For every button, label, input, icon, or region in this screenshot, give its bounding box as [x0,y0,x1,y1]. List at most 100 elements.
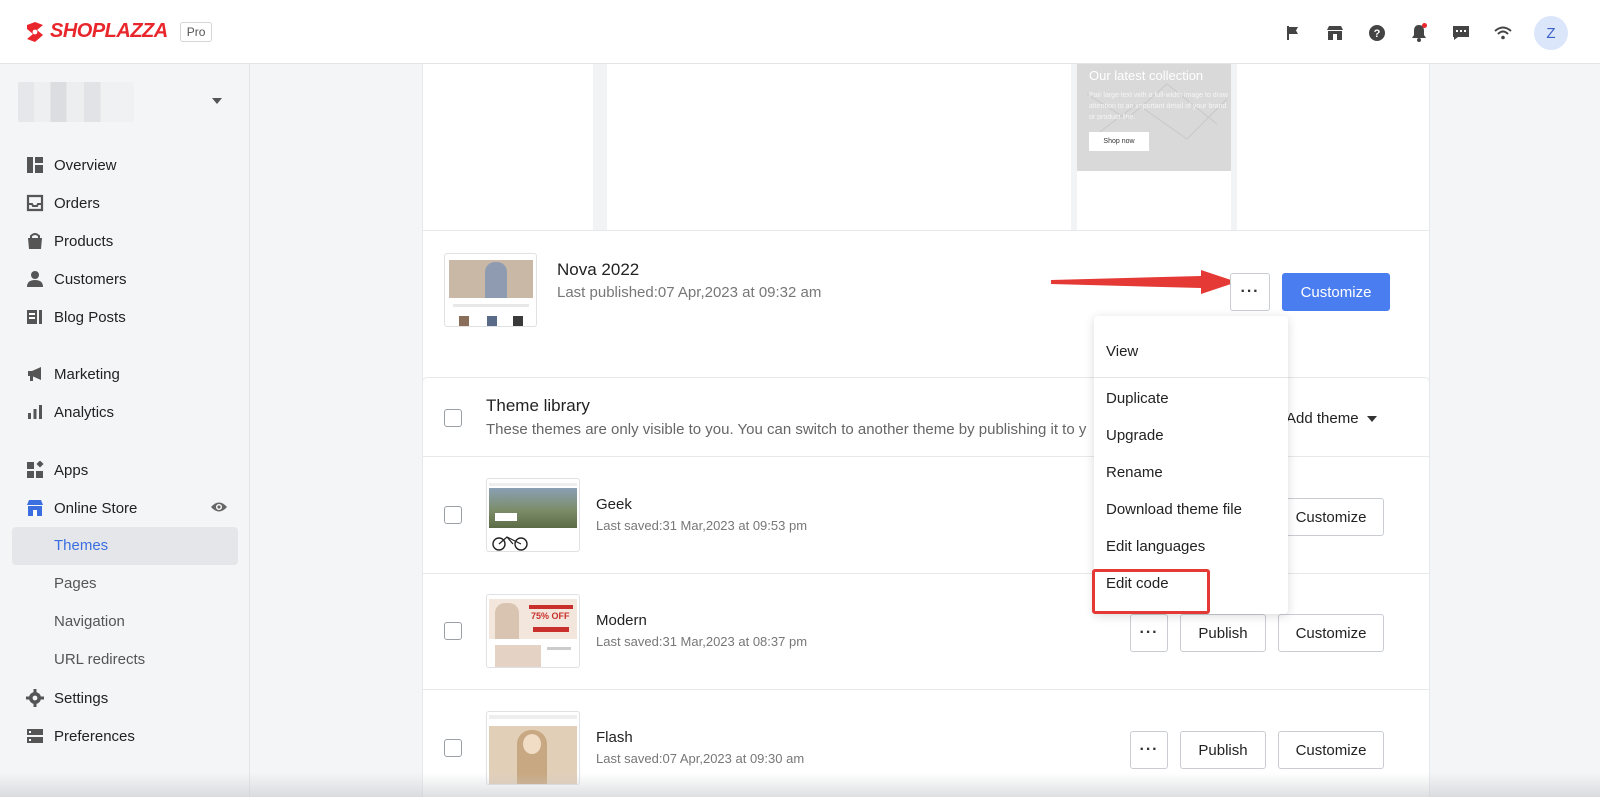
inbox-icon [26,194,44,212]
overview-icon [27,157,43,173]
sidebar-item-label: Blog Posts [54,308,126,326]
eye-icon[interactable] [210,500,228,514]
sidebar-item-customers[interactable]: Customers [0,261,250,297]
sidebar-item-online-store[interactable]: Online Store [0,490,250,526]
sidebar-item-label: Analytics [54,403,115,421]
svg-text:?: ? [1374,28,1381,40]
help-icon[interactable]: ? [1356,17,1398,49]
sidebar-item-apps[interactable]: Apps [0,452,250,488]
apps-icon [27,461,44,478]
theme-library-description: These themes are only visible to you. Yo… [486,421,1087,438]
caret-down-icon [1366,415,1377,422]
store-icon[interactable] [1314,17,1356,49]
bag-icon [28,233,42,249]
shoplazza-logo-icon [27,21,43,42]
current-theme-name: Nova 2022 [557,260,640,279]
storefront-icon [27,500,43,516]
theme-name: Modern [596,612,647,629]
store-name-blurred [18,82,134,122]
current-theme-published: Last published:07 Apr,2023 at 09:32 am [557,284,822,301]
customize-button[interactable]: Customize [1278,498,1384,536]
notification-dot [1422,23,1427,28]
active-nav-highlight [12,527,238,565]
current-theme-more-button[interactable]: ··· [1230,273,1270,311]
more-icon: ··· [1240,283,1260,300]
megaphone-icon [28,367,41,381]
more-icon: ··· [1139,741,1159,758]
sidebar-item-orders[interactable]: Orders [0,185,250,221]
theme-name: Flash [596,729,633,746]
header-actions: ? Z [1272,16,1568,50]
collection-title: Our latest collection [1089,68,1204,83]
add-theme-label: Add theme [1286,410,1359,427]
annotation-arrow [1051,270,1237,294]
avatar[interactable]: Z [1534,16,1568,50]
caret-down-icon [212,98,222,104]
wifi-icon[interactable] [1482,17,1524,49]
customize-button[interactable]: Customize [1278,614,1384,652]
theme-row-checkbox[interactable] [444,506,462,524]
plan-badge: Pro [179,21,213,42]
shop-now-button[interactable]: Shop now [1089,132,1149,151]
sidebar-item-overview[interactable]: Overview [0,147,250,183]
more-icon: ··· [1139,624,1159,641]
sidebar-item-products[interactable]: Products [0,223,250,259]
sidebar-item-label: Apps [54,461,89,479]
customize-button[interactable]: Customize [1278,731,1384,769]
select-all-checkbox[interactable] [444,409,462,427]
sidebar-item-label: Marketing [54,365,120,383]
geek-theme-thumbnail [486,478,580,552]
sidebar-item-marketing[interactable]: Marketing [0,356,250,392]
more-actions-button[interactable]: ··· [1130,731,1168,769]
sale-banner-text: 75% OFF [531,611,570,621]
theme-saved-date: Last saved:31 Mar,2023 at 09:53 pm [596,518,808,533]
theme-preview: Our latest collection Pair large text wi… [423,64,1429,230]
sidebar-item-blog-posts[interactable]: Blog Posts [0,299,250,335]
sidebar-item-settings[interactable]: Settings [0,680,250,716]
menu-item-edit-languages[interactable]: Edit languages [1106,538,1205,555]
collection-text: Pair large text with a full-width image … [1089,92,1228,121]
menu-item-duplicate[interactable]: Duplicate [1106,390,1169,407]
theme-saved-date: Last saved:31 Mar,2023 at 08:37 pm [596,634,808,649]
sidebar-subitem-themes[interactable]: Themes [54,537,108,554]
sidebar-subitem-pages[interactable]: Pages [54,575,97,592]
shoplazza-logo[interactable]: SHOPLAZZA Pro [24,20,213,43]
theme-saved-date: Last saved:07 Apr,2023 at 09:30 am [596,751,805,766]
publish-button[interactable]: Publish [1180,614,1266,652]
sidebar-item-analytics[interactable]: Analytics [0,394,250,430]
sidebar-item-preferences[interactable]: Preferences [0,718,250,754]
flag-icon[interactable] [1272,17,1314,49]
sidebar-item-label: Overview [54,156,117,174]
edit-code-highlight-annotation [1092,569,1210,614]
menu-item-download-theme-file[interactable]: Download theme file [1106,501,1242,518]
modern-theme-thumbnail: 75% OFF [486,594,580,668]
gear-icon [26,689,44,707]
bell-icon[interactable] [1398,17,1440,49]
current-theme-customize-button[interactable]: Customize [1282,273,1390,311]
chat-icon[interactable] [1440,17,1482,49]
sidebar: Overview Orders Products Customers Blog … [0,64,250,797]
menu-item-upgrade[interactable]: Upgrade [1106,427,1164,444]
theme-row-checkbox[interactable] [444,622,462,640]
sidebar-item-label: Customers [54,270,127,288]
theme-row-checkbox[interactable] [444,739,462,757]
blog-icon [27,310,42,324]
publish-button[interactable]: Publish [1180,731,1266,769]
sidebar-item-label: Products [54,232,114,250]
more-actions-button[interactable]: ··· [1130,614,1168,652]
sidebar-item-label: Online Store [54,499,138,517]
sidebar-subitem-navigation[interactable]: Navigation [54,613,125,630]
menu-item-rename[interactable]: Rename [1106,464,1163,481]
brand-name: SHOPLAZZA [50,20,168,42]
store-selector[interactable] [18,82,232,122]
menu-item-view[interactable]: View [1106,343,1138,360]
add-theme-button[interactable]: Add theme [1286,410,1377,427]
preferences-icon [27,729,43,743]
sidebar-subitem-url-redirects[interactable]: URL redirects [54,651,145,668]
top-bar: SHOPLAZZA Pro ? Z [0,0,1600,64]
nova-theme-thumbnail [444,253,537,327]
bottom-shadow [0,773,1600,797]
bar-chart-icon [28,405,42,419]
sidebar-item-label: Orders [54,194,100,212]
sidebar-item-label: Settings [54,689,109,707]
